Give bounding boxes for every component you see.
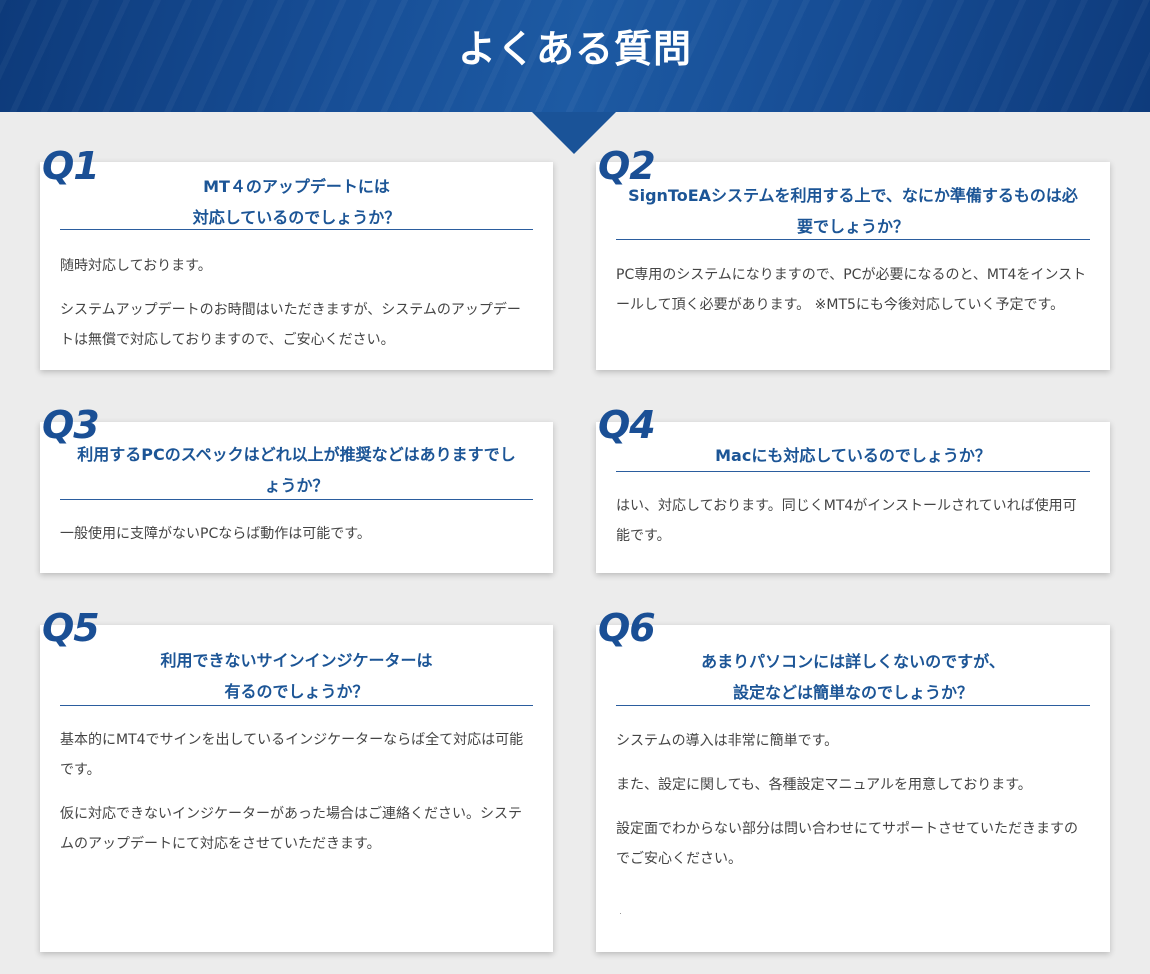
question-line: 利用できないサインインジケーターは — [160, 651, 433, 670]
answer-paragraph: はい、対応しております。同じくMT4がインストールされていれば使用可能です。 — [616, 498, 1077, 544]
divider — [60, 229, 533, 230]
question-title: あまりパソコンには詳しくないのですが、 設定などは簡単なのでしょうか？ — [616, 646, 1090, 708]
answer-paragraph: また、設定に関しても、各種設定マニュアルを用意しております。 — [616, 777, 1032, 793]
question-line: 有るのでしょうか？ — [224, 682, 369, 701]
answer-paragraph: システムの導入は非常に簡単です。 — [616, 733, 839, 749]
question-title: SignToEAシステムを利用する上で、なにか準備するものは必 要でしょうか？ — [616, 180, 1090, 242]
question-number: Q6 — [598, 606, 656, 650]
question-title: 利用できないサインインジケーターは 有るのでしょうか？ — [60, 645, 533, 707]
divider — [60, 499, 533, 500]
answer: 一般使用に支障がないPCならば動作は可能です。 — [60, 519, 531, 563]
question-line: 設定などは簡単なのでしょうか？ — [732, 683, 973, 702]
question-number: Q2 — [598, 144, 656, 188]
divider — [60, 705, 533, 706]
question-line: ょうか？ — [264, 476, 329, 495]
stray-dot — [620, 913, 621, 914]
hero-banner: よくある質問 — [0, 0, 1150, 112]
divider — [616, 471, 1090, 472]
divider — [616, 239, 1090, 240]
question-line: MT４のアップデートには — [203, 177, 390, 196]
faq-card-q3: 利用するPCのスペックはどれ以上が推奨などはありますでし ょうか？ 一般使用に支… — [40, 422, 553, 573]
answer-paragraph: 仮に対応できないインジケーターがあった場合はご連絡ください。システムのアップデー… — [60, 806, 522, 852]
page-title: よくある質問 — [457, 27, 692, 71]
question-line: SignToEAシステムを利用する上で、なにか準備するものは必 — [628, 186, 1078, 205]
question-number: Q1 — [42, 144, 100, 188]
question-number: Q3 — [42, 403, 100, 447]
answer-paragraph: 随時対応しております。 — [60, 258, 212, 274]
faq-card-q4: Macにも対応しているのでしょうか？ はい、対応しております。同じくMT4がイン… — [596, 422, 1110, 573]
answer-paragraph: 基本的にMT4でサインを出しているインジケーターならば全て対応は可能です。 — [60, 732, 524, 778]
answer: システムの導入は非常に簡単です。 また、設定に関しても、各種設定マニュアルを用意… — [616, 726, 1088, 888]
answer-paragraph: システムアップデートのお時間はいただきますが、システムのアップデートは無償で対応… — [60, 302, 521, 348]
divider — [616, 705, 1090, 706]
question-line: 要でしょうか？ — [796, 217, 909, 236]
question-number: Q5 — [42, 606, 100, 650]
answer: PC専用のシステムになりますので、PCが必要になるのと、MT4をインストールして… — [616, 260, 1088, 334]
question-title: MT４のアップデートには 対応しているのでしょうか？ — [60, 171, 533, 233]
question-title: 利用するPCのスペックはどれ以上が推奨などはありますでし ょうか？ — [60, 439, 533, 501]
answer-paragraph: 一般使用に支障がないPCならば動作は可能です。 — [60, 526, 371, 542]
question-number: Q4 — [598, 403, 656, 447]
answer: 随時対応しております。 システムアップデートのお時間はいただきますが、システムの… — [60, 251, 531, 369]
faq-card-q1: MT４のアップデートには 対応しているのでしょうか？ 随時対応しております。 シ… — [40, 162, 553, 370]
question-title: Macにも対応しているのでしょうか？ — [616, 440, 1090, 471]
faq-card-q5: 利用できないサインインジケーターは 有るのでしょうか？ 基本的にMT4でサインを… — [40, 625, 553, 952]
faq-card-q6: あまりパソコンには詳しくないのですが、 設定などは簡単なのでしょうか？ システム… — [596, 625, 1110, 952]
faq-card-q2: SignToEAシステムを利用する上で、なにか準備するものは必 要でしょうか？ … — [596, 162, 1110, 370]
answer-paragraph: PC専用のシステムになりますので、PCが必要になるのと、MT4をインストールして… — [616, 267, 1087, 313]
question-line: Macにも対応しているのでしょうか？ — [715, 446, 991, 465]
question-line: あまりパソコンには詳しくないのですが、 — [701, 652, 1005, 671]
answer: はい、対応しております。同じくMT4がインストールされていれば使用可能です。 — [616, 491, 1088, 565]
answer: 基本的にMT4でサインを出しているインジケーターならば全て対応は可能です。 仮に… — [60, 725, 531, 873]
question-line: 利用するPCのスペックはどれ以上が推奨などはありますでし — [77, 445, 516, 464]
answer-paragraph: 設定面でわからない部分は問い合わせにてサポートさせていただきますのでご安心くださ… — [616, 821, 1078, 867]
